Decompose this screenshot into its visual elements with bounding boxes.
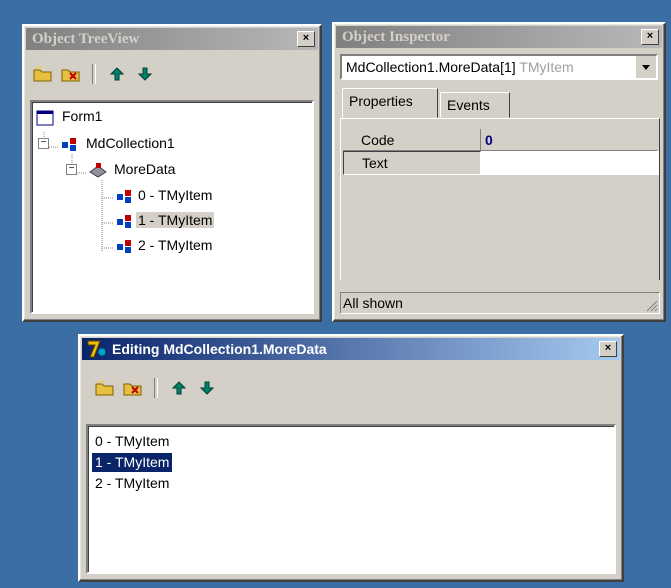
list-item-0[interactable]: 0 - TMyItem [92,432,172,451]
treeview-close-button[interactable]: × [297,31,315,47]
inspector-title: Object Inspector [342,29,450,45]
collection-icon [89,163,107,178]
object-selector-dropdown[interactable]: MdCollection1.MoreData[1] TMyItem [340,54,658,80]
chevron-down-icon [642,65,650,70]
new-folder-button[interactable] [32,64,54,84]
status-text: All shown [343,295,403,311]
property-name-text[interactable]: Text [343,151,481,175]
delphi-app-icon [87,340,107,358]
collapse-icon[interactable]: − [38,138,49,149]
collapse-icon[interactable]: − [66,164,77,175]
property-value-code[interactable]: 0 [481,129,657,151]
treeview-panel: Form1 − MdCollection1 − MoreData 0 - TMy… [30,100,314,314]
arrow-up-icon [110,67,124,81]
arrow-down-icon [138,67,152,81]
editor-title-bar[interactable]: Editing MdCollection1.MoreData × [82,338,620,360]
arrow-down-icon [200,381,214,395]
component-icon [62,138,76,151]
object-treeview-window: Object TreeView × Form1 − MdCollection1 … [22,24,322,322]
object-inspector-window: Object Inspector × MdCollection1.MoreDat… [332,22,666,322]
editor-close-button[interactable]: × [599,341,617,357]
delete-folder-icon [123,383,142,396]
item-icon [117,190,131,203]
move-down-button[interactable] [134,64,156,84]
form-icon [36,110,54,126]
list-item-2[interactable]: 2 - TMyItem [92,474,172,493]
editor-title: Editing MdCollection1.MoreData [112,341,327,357]
treeview-title-bar[interactable]: Object TreeView × [26,28,318,50]
tab-events[interactable]: Events [440,92,510,118]
new-folder-icon [95,380,114,396]
selector-type: TMyItem [519,59,574,75]
move-up-button[interactable] [106,64,128,84]
selector-value: MdCollection1.MoreData[1] [346,59,516,75]
item-icon [117,240,131,253]
property-name-code[interactable]: Code [343,129,481,151]
inspector-status-bar: All shown [340,292,660,314]
treeview-toolbar [32,64,156,84]
arrow-up-icon [172,381,186,395]
inspector-title-bar[interactable]: Object Inspector × [336,26,662,48]
dropdown-button[interactable] [635,56,656,78]
item-icon [117,215,131,228]
inspector-close-button[interactable]: × [641,29,659,45]
delete-folder-button[interactable] [60,64,82,84]
editor-toolbar [94,378,218,398]
property-value-text[interactable] [481,151,659,175]
delete-folder-icon [61,69,80,82]
collection-editor-window: Editing MdCollection1.MoreData × 0 - TMy… [78,334,624,582]
toolbar-separator [92,64,96,84]
delete-item-button[interactable] [122,378,144,398]
treeview-title: Object TreeView [32,31,140,47]
toolbar-separator [154,378,158,398]
property-grid: Code 0 Text [340,118,660,280]
tree-lines [43,132,114,252]
tab-properties[interactable]: Properties [342,88,438,118]
resize-grip-icon[interactable] [644,298,658,312]
list-item-1[interactable]: 1 - TMyItem [92,453,173,472]
add-item-button[interactable] [94,378,116,398]
move-down-button[interactable] [196,378,218,398]
move-up-button[interactable] [168,378,190,398]
collection-items-list: 0 - TMyItem 1 - TMyItem 2 - TMyItem [86,424,616,574]
new-folder-icon [33,66,52,82]
